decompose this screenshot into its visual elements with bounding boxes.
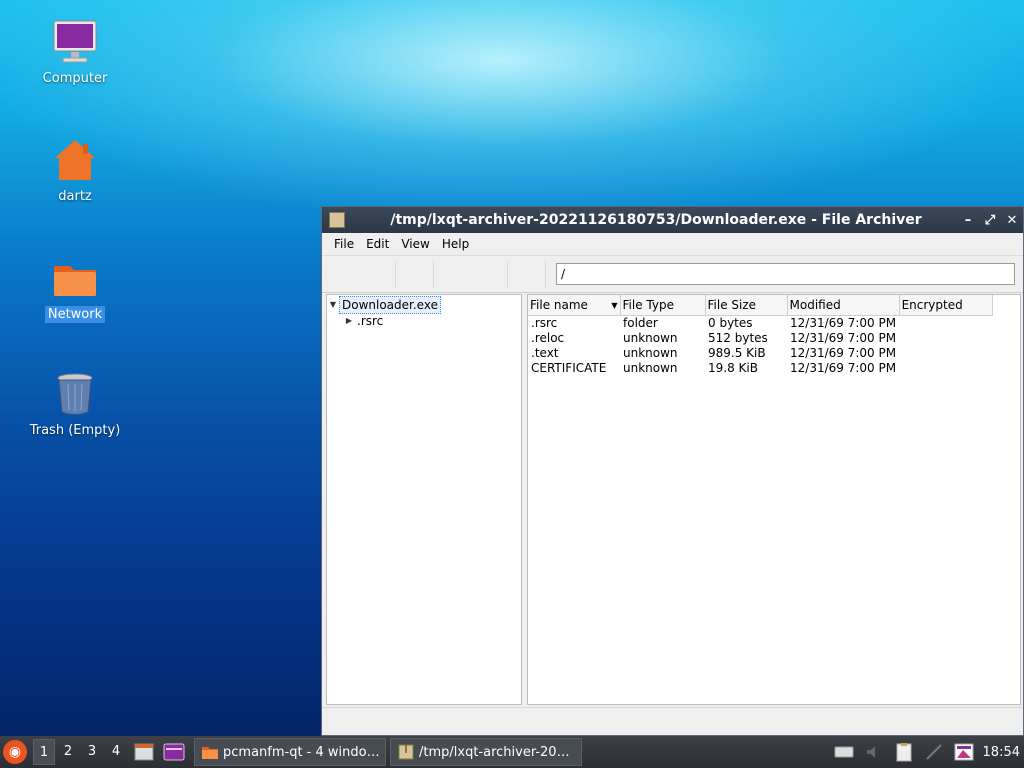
column-header-modified[interactable]: Modified xyxy=(787,295,900,316)
cell-encrypted xyxy=(899,345,992,360)
column-header-file-name[interactable]: File name ▼ xyxy=(528,295,621,316)
collapse-arrow-icon[interactable]: ▶ xyxy=(343,313,355,329)
cell-name: .rsrc xyxy=(531,315,558,330)
column-header-file-size[interactable]: File Size xyxy=(705,295,788,316)
taskbar: ◉ 1 2 3 4 pcmanfm-qt - 4 windo… /tmp/lxq… xyxy=(0,736,1024,768)
cell-name: CERTIFICATE xyxy=(531,360,607,375)
desktop-icon-label: Network xyxy=(44,306,106,323)
task-file-archiver[interactable]: /tmp/lxqt-archiver-20… xyxy=(390,738,582,766)
file-table: File name ▼ File Type File Size Modified … xyxy=(528,295,993,375)
archive-icon xyxy=(397,743,415,761)
workspace-3[interactable]: 3 xyxy=(81,739,103,765)
cell-modified: 12/31/69 7:00 PM xyxy=(790,345,897,360)
toolbar-extract-button[interactable] xyxy=(438,261,508,287)
desktop-icon-trash[interactable]: Trash (Empty) xyxy=(20,370,130,439)
toolbar-back-button[interactable] xyxy=(326,261,396,287)
task-label: pcmanfm-qt - 4 windo… xyxy=(223,744,380,760)
content-panes: ▼ Downloader.exe ▶ .rsrc File name ▼ File… xyxy=(322,294,1023,705)
desktop-icon-label: dartz xyxy=(58,189,92,204)
cell-encrypted xyxy=(899,360,992,375)
volume-icon[interactable] xyxy=(863,741,885,763)
workspace-1[interactable]: 1 xyxy=(33,739,55,765)
menu-bar: File Edit View Help xyxy=(322,233,1023,255)
tree-root-node[interactable]: ▼ Downloader.exe xyxy=(327,296,521,314)
close-button[interactable]: ✕ xyxy=(1001,213,1023,228)
computer-icon xyxy=(51,18,99,66)
path-input[interactable] xyxy=(556,263,1015,285)
trash-icon xyxy=(51,370,99,418)
desktop-icon-computer[interactable]: Computer xyxy=(20,18,130,87)
tree-node-label: Downloader.exe xyxy=(339,296,441,314)
cell-name: .text xyxy=(531,345,559,360)
cell-modified: 12/31/69 7:00 PM xyxy=(790,330,897,345)
archive-app-icon xyxy=(329,212,345,228)
workspace-4[interactable]: 4 xyxy=(105,739,127,765)
removable-drive-icon[interactable] xyxy=(833,741,855,763)
desktop-icon-home[interactable]: dartz xyxy=(20,136,130,205)
task-label: /tmp/lxqt-archiver-20… xyxy=(419,744,570,760)
ubuntu-logo-icon: ◉ xyxy=(8,744,22,760)
cell-size: 989.5 KiB xyxy=(708,345,766,360)
toolbar xyxy=(322,255,1023,293)
cell-encrypted xyxy=(899,315,992,330)
file-archiver-window: /tmp/lxqt-archiver-20221126180753/Downlo… xyxy=(321,206,1024,736)
menu-file[interactable]: File xyxy=(328,235,360,253)
clipboard-icon[interactable] xyxy=(893,741,915,763)
expand-arrow-icon[interactable]: ▼ xyxy=(327,297,339,313)
toolbar-up-button[interactable] xyxy=(400,261,434,287)
maximize-button[interactable]: ⤢ xyxy=(979,213,1001,228)
cell-type: unknown xyxy=(623,330,678,345)
screenshot-tool-icon[interactable] xyxy=(953,741,975,763)
folder-tree: ▼ Downloader.exe ▶ .rsrc xyxy=(326,294,522,705)
desktop-icon-network[interactable]: Network xyxy=(20,254,130,323)
cell-type: unknown xyxy=(623,345,678,360)
table-row[interactable]: .reloc unknown 512 bytes 12/31/69 7:00 P… xyxy=(528,330,992,345)
table-row[interactable]: CERTIFICATE unknown 19.8 KiB 12/31/69 7:… xyxy=(528,360,992,375)
table-row[interactable]: .rsrc folder 0 bytes 12/31/69 7:00 PM xyxy=(528,315,992,330)
tree-child-node[interactable]: ▶ .rsrc xyxy=(327,313,521,329)
column-header-file-type[interactable]: File Type xyxy=(620,295,706,316)
cell-modified: 12/31/69 7:00 PM xyxy=(790,360,897,375)
cell-modified: 12/31/69 7:00 PM xyxy=(790,315,897,330)
cell-name: .reloc xyxy=(531,330,565,345)
sort-descending-icon: ▼ xyxy=(611,300,618,310)
status-bar xyxy=(322,707,1023,735)
home-icon xyxy=(51,136,99,184)
cell-size: 0 bytes xyxy=(708,315,753,330)
folder-icon xyxy=(201,743,219,761)
window-title: /tmp/lxqt-archiver-20221126180753/Downlo… xyxy=(390,212,922,228)
window-titlebar[interactable]: /tmp/lxqt-archiver-20221126180753/Downlo… xyxy=(322,207,1023,233)
cell-type: unknown xyxy=(623,360,678,375)
menu-help[interactable]: Help xyxy=(436,235,475,253)
tree-node-label: .rsrc xyxy=(357,314,384,328)
desktop-icon-label: Computer xyxy=(42,71,108,86)
network-disconnected-icon[interactable] xyxy=(923,741,945,763)
cell-size: 512 bytes xyxy=(708,330,768,345)
minimize-button[interactable]: – xyxy=(957,213,979,228)
workspace-2[interactable]: 2 xyxy=(57,739,79,765)
browser-launcher-icon[interactable] xyxy=(162,740,186,764)
task-file-manager[interactable]: pcmanfm-qt - 4 windo… xyxy=(194,738,386,766)
menu-view[interactable]: View xyxy=(395,235,435,253)
file-manager-launcher-icon[interactable] xyxy=(132,740,156,764)
file-list: File name ▼ File Type File Size Modified … xyxy=(527,294,1021,705)
clock[interactable]: 18:54 xyxy=(983,745,1020,760)
column-header-encrypted[interactable]: Encrypted xyxy=(899,295,993,316)
folder-icon xyxy=(51,254,99,302)
menu-edit[interactable]: Edit xyxy=(360,235,395,253)
cell-size: 19.8 KiB xyxy=(708,360,758,375)
start-menu-button[interactable]: ◉ xyxy=(3,740,27,764)
cell-type: folder xyxy=(623,315,658,330)
toolbar-add-button[interactable] xyxy=(512,261,546,287)
desktop-icon-label: Trash (Empty) xyxy=(29,423,121,438)
table-row[interactable]: .text unknown 989.5 KiB 12/31/69 7:00 PM xyxy=(528,345,992,360)
cell-encrypted xyxy=(899,330,992,345)
